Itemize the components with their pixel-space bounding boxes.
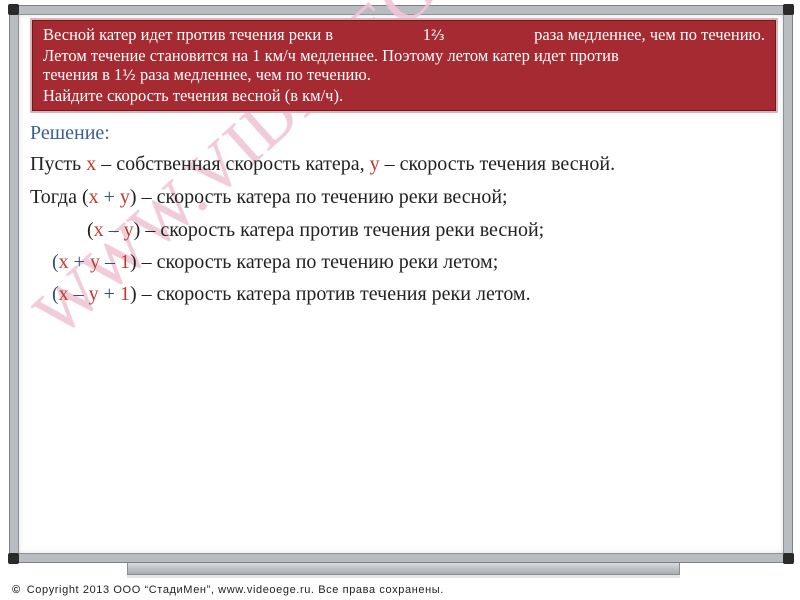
- board-corner-bottom-right: [783, 553, 794, 564]
- board-tray-shadow: [127, 575, 680, 578]
- solution-heading: Решение:: [30, 122, 110, 144]
- problem-text: раза медленнее, чем по течению.: [534, 25, 765, 44]
- solution-row-5: (x – y + 1) – скорость катера против теч…: [52, 283, 531, 305]
- problem-line-2: Летом течение становится на 1 км/ч медле…: [43, 46, 619, 65]
- solution-row-1: Пусть x – собственная скорость катера, y…: [30, 153, 616, 175]
- footer-copyright: © Copyright 2013 ООО “СтадиМен”, www.vide…: [12, 584, 444, 596]
- mixed-fraction: 1¹⁄₂: [114, 65, 136, 84]
- copyright-icon: ©: [12, 584, 21, 596]
- mixed-fraction: 1²⁄₃: [422, 25, 445, 44]
- board-corner-bottom-left: [8, 553, 19, 564]
- solution-row-3: (x – y) – скорость катера против течения…: [87, 219, 545, 241]
- problem-statement: Весной катер идет против течения реки в …: [32, 20, 776, 111]
- problem-line-1: Весной катер идет против течения реки в …: [43, 25, 765, 46]
- problem-question: Найдите скорость течения весной (в км/ч)…: [43, 86, 344, 105]
- solution-row-4: (x + y – 1) – скорость катера по течению…: [52, 251, 499, 273]
- board-corner-top-left: [8, 4, 19, 15]
- board-corner-top-right: [783, 4, 794, 15]
- problem-line-3: течения в 1¹⁄₂ раза медленнее, чем по те…: [43, 65, 371, 84]
- problem-text: Весной катер идет против течения реки в: [43, 25, 334, 44]
- board-tray: [127, 563, 680, 575]
- solution-row-2: Тогда (x + y) – скорость катера по течен…: [30, 186, 508, 208]
